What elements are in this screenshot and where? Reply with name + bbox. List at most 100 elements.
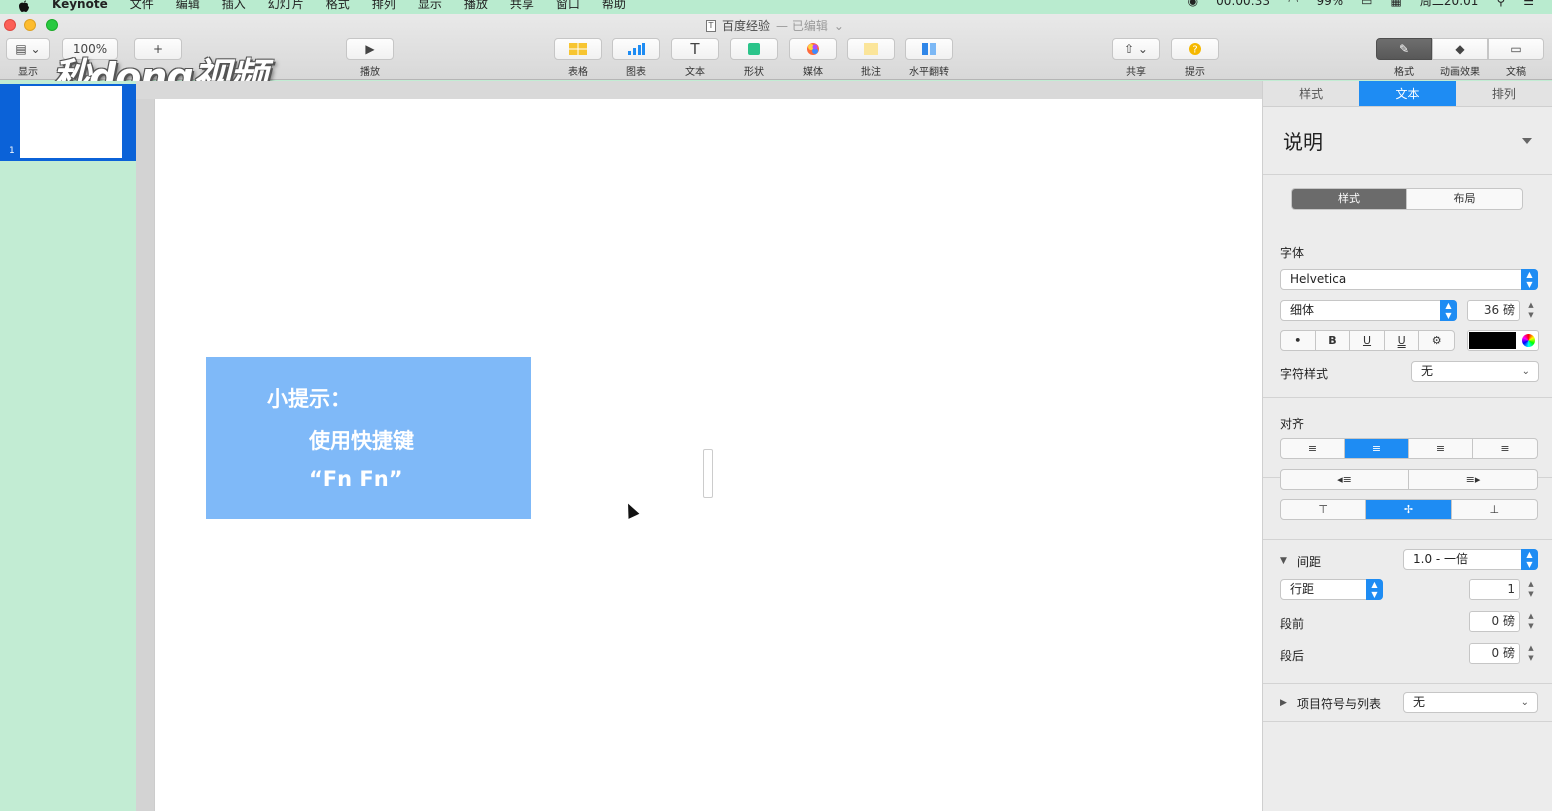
space-after-field[interactable]: 0 磅 [1469,643,1520,664]
menu-view[interactable]: 显示 [418,0,442,11]
tip-title: 小提示： [267,387,351,411]
text-options-gear-icon[interactable]: ⚙ [1419,331,1454,350]
flip-horizontal-label: 水平翻转 [909,67,949,78]
view-label: 显示 [18,67,38,78]
align-top-icon[interactable]: ⊤ [1281,500,1367,519]
comment-button[interactable]: 批注 [847,38,895,78]
battery-icon[interactable]: ▭ [1361,0,1372,8]
bullets-section: ▶ 项目符号与列表 无 ⌄ [1263,684,1552,722]
text-color-well[interactable] [1467,330,1539,351]
shape-button[interactable]: 形状 [730,38,778,78]
underline-button[interactable]: U [1350,331,1385,350]
document-title[interactable]: T 百度经验 — 已编辑 ⌄ [706,17,844,34]
chart-button[interactable]: 图表 [612,38,660,78]
line-spacing-label: 行距 [1290,582,1315,596]
svg-text:?: ? [1192,45,1197,56]
table-button[interactable]: 表格 [554,38,602,78]
inspector-tabs: 样式 文本 排列 [1263,81,1552,107]
spotlight-search-icon[interactable]: ⚲ [1496,0,1505,8]
menu-file[interactable]: 文件 [130,0,154,11]
format-inspector-button[interactable]: ✎ 格式 [1376,38,1432,78]
slide-thumbnail-preview [20,86,122,158]
text-t-icon: T [671,38,719,60]
notification-center-icon[interactable]: ☰ [1523,0,1534,8]
media-button[interactable]: 媒体 [789,38,837,78]
space-before-field[interactable]: 0 磅 [1469,611,1520,632]
font-family-popup[interactable]: Helvetica ▲ ▼ [1280,269,1538,290]
wifi-icon[interactable]: ◠ [1288,0,1298,8]
bullet-button[interactable]: • [1281,331,1316,350]
spacing-popup[interactable]: 1.0 - 一倍 ▲ ▼ [1403,549,1538,570]
text-format-buttons: • B U U ⚙ [1280,330,1455,351]
font-size-field[interactable]: 36 磅 [1467,300,1520,321]
menu-help[interactable]: 帮助 [602,0,626,11]
tab-text[interactable]: 文本 [1359,81,1456,106]
menu-format[interactable]: 格式 [326,0,350,11]
color-wheel-icon[interactable] [1522,334,1535,347]
menu-share[interactable]: 共享 [510,0,534,11]
indent-valign-section: ◂≡ ≡▸ ⊤ ✢ ⊥ [1263,469,1552,540]
character-style-popup[interactable]: 无 ⌄ [1411,361,1539,382]
view-button[interactable]: ▤ ⌄ 显示 [6,38,50,78]
bullets-popup[interactable]: 无 ⌄ [1403,692,1538,713]
canvas-top-strip [136,81,1262,99]
disclosure-closed-icon[interactable]: ▶ [1280,698,1287,708]
increase-indent-icon[interactable]: ≡▸ [1409,470,1537,489]
slide-navigator: 1 [0,81,136,811]
align-justify-icon[interactable]: ≡ [1473,439,1537,458]
tab-style[interactable]: 样式 [1263,81,1359,106]
menu-arrange[interactable]: 排列 [372,0,396,11]
subtab-layout[interactable]: 布局 [1407,189,1522,209]
clock[interactable]: 周二20:01 [1420,0,1479,8]
line-spacing-stepper[interactable]: ▲ ▼ [1526,579,1536,600]
menu-edit[interactable]: 编辑 [176,0,200,11]
space-before-label: 段前 [1280,617,1305,631]
align-center-icon[interactable]: ≡ [1345,439,1409,458]
play-button[interactable]: ▶ 播放 [346,38,394,78]
chart-label: 图表 [626,67,646,78]
tip-text-box[interactable]: 小提示： 使用快捷键 “Fn Fn” [206,357,531,519]
disclosure-open-icon[interactable]: ▼ [1280,556,1287,566]
flip-horizontal-button[interactable]: 水平翻转 [905,38,953,78]
apple-icon[interactable] [18,0,30,14]
bold-button[interactable]: B [1316,331,1351,350]
line-spacing-field[interactable]: 1 [1469,579,1520,600]
tips-button[interactable]: ? 提示 [1171,38,1219,78]
slide-canvas[interactable]: 小提示： 使用快捷键 “Fn Fn” [154,99,1262,811]
close-window-button[interactable] [4,19,16,31]
animate-inspector-button[interactable]: ◆ 动画效果 [1432,38,1488,78]
font-weight-popup[interactable]: 细体 ▲ ▼ [1280,300,1457,321]
minimize-window-button[interactable] [24,19,36,31]
align-right-icon[interactable]: ≡ [1409,439,1473,458]
line-spacing-popup[interactable]: 行距 ▲ ▼ [1280,579,1383,600]
vertical-alignment-segment: ⊤ ✢ ⊥ [1280,499,1538,520]
recording-icon[interactable]: ◉ [1188,0,1198,8]
menu-play[interactable]: 播放 [464,0,488,11]
zoom-window-button[interactable] [46,19,58,31]
decrease-indent-icon[interactable]: ◂≡ [1281,470,1409,489]
space-before-stepper[interactable]: ▲ ▼ [1526,611,1536,632]
menu-insert[interactable]: 插入 [222,0,246,11]
font-size-stepper[interactable]: ▲ ▼ [1526,300,1536,321]
share-button[interactable]: ⇧ ⌄ 共享 [1112,38,1160,78]
document-inspector-button[interactable]: ▭ 文稿 [1488,38,1544,78]
tab-arrange[interactable]: 排列 [1456,81,1552,106]
double-underline-button[interactable]: U [1385,331,1420,350]
paragraph-style-selector[interactable]: 说明 [1263,107,1552,175]
popup-stepper-icon: ▲ ▼ [1521,269,1538,290]
document-icon: ▭ [1488,38,1544,60]
media-label: 媒体 [803,67,823,78]
text-button[interactable]: T 文本 [671,38,719,78]
slide-thumbnail-1[interactable]: 1 [0,84,136,161]
battery-percent[interactable]: 99% [1316,0,1343,8]
input-method-icon[interactable]: ▦ [1391,0,1402,8]
align-left-icon[interactable]: ≡ [1281,439,1345,458]
align-bottom-icon[interactable]: ⊥ [1452,500,1537,519]
space-after-stepper[interactable]: ▲ ▼ [1526,643,1536,664]
empty-text-box[interactable] [703,449,713,498]
menu-window[interactable]: 窗口 [556,0,580,11]
subtab-style[interactable]: 样式 [1292,189,1407,209]
menu-slide[interactable]: 幻灯片 [268,0,304,11]
align-middle-icon[interactable]: ✢ [1366,500,1452,519]
menu-app-name[interactable]: Keynote [52,0,108,11]
